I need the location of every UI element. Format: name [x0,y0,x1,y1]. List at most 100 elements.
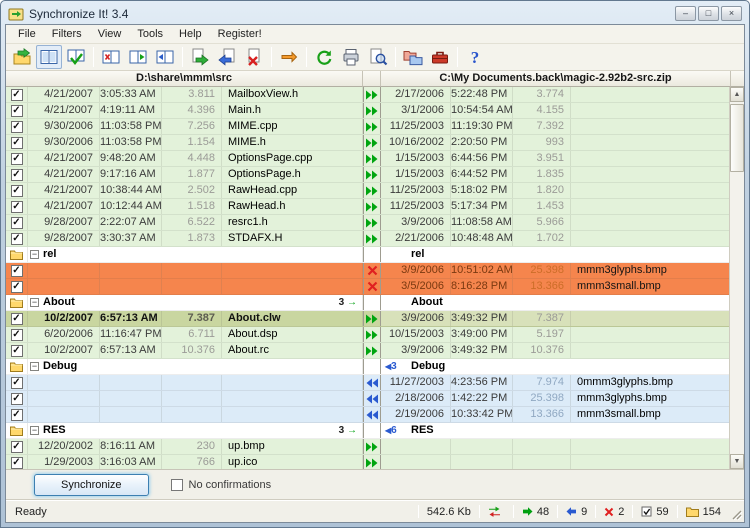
delete-file-icon[interactable] [241,45,267,69]
collapse-toggle-icon[interactable]: − [30,426,39,435]
options-icon[interactable] [427,45,453,69]
filter-identical-icon[interactable] [98,45,124,69]
menu-item-view[interactable]: View [90,26,130,42]
file-row[interactable]: ✓3/9/200610:51:02 AM25.398mmm3glyphs.bmp [6,263,729,279]
file-row[interactable]: ✓9/28/20073:30:37 AM1.873STDAFX.H2/21/20… [6,231,729,247]
file-row[interactable]: ✓4/21/20073:05:33 AM3.811MailboxView.h2/… [6,87,729,103]
copy-right-icon[interactable] [187,45,213,69]
file-row[interactable]: ✓10/2/20076:57:13 AM10.376About.rc3/9/20… [6,343,729,359]
row-checkbox[interactable]: ✓ [11,441,23,453]
file-row[interactable]: ✓4/21/200710:12:44 AM1.518RawHead.h11/25… [6,199,729,215]
scroll-thumb[interactable] [730,104,744,172]
right-time: 10:48:48 AM [451,231,513,246]
row-checkbox[interactable]: ✓ [11,217,23,229]
collapse-toggle-icon[interactable]: − [30,250,39,259]
menu-item-filters[interactable]: Filters [44,26,90,42]
folder-row[interactable]: −RES3 →◀6RES [6,423,729,439]
scroll-up-icon[interactable]: ▲ [730,87,744,102]
menu-item-file[interactable]: File [10,26,44,42]
row-checkbox[interactable]: ✓ [11,201,23,213]
checkbox-box[interactable] [171,479,183,491]
right-panel-header[interactable]: C:\My Documents.back\magic-2.92b2-src.zi… [381,71,731,87]
minimize-button[interactable]: – [675,6,696,21]
row-checkbox[interactable]: ✓ [11,265,23,277]
file-row[interactable]: ✓4/21/20074:19:11 AM4.396Main.h3/1/20061… [6,103,729,119]
file-row[interactable]: ✓1/29/20033:16:03 AM766up.ico [6,455,729,469]
row-checkbox[interactable]: ✓ [11,377,23,389]
file-row[interactable]: ✓11/27/20034:23:56 PM7.9740mmm3glyphs.bm… [6,375,729,391]
file-row[interactable]: ✓9/30/200611:03:58 PM1.154MIME.h10/16/20… [6,135,729,151]
scroll-down-icon[interactable]: ▼ [730,454,744,469]
row-checkbox[interactable]: ✓ [11,329,23,341]
file-row[interactable]: ✓2/18/20061:42:22 PM25.398mmm3glyphs.bmp [6,391,729,407]
collapse-toggle-icon[interactable]: − [30,362,39,371]
left-filename: OptionsPage.h [222,167,363,182]
resize-grip[interactable] [729,507,742,520]
row-checkbox[interactable]: ✓ [11,313,23,325]
print-icon[interactable] [338,45,364,69]
refresh-icon[interactable] [311,45,337,69]
maximize-button[interactable]: □ [698,6,719,21]
status-delete-count-icon [604,507,614,517]
preview-icon[interactable] [365,45,391,69]
row-checkbox[interactable]: ✓ [11,281,23,293]
folder-icon [6,295,28,310]
compare-folders-icon[interactable] [400,45,426,69]
file-row[interactable]: ✓4/21/20079:48:20 AM4.448OptionsPage.cpp… [6,151,729,167]
row-checkbox[interactable]: ✓ [11,153,23,165]
folder-row[interactable]: −relrel [6,247,729,263]
row-checkbox[interactable]: ✓ [11,233,23,245]
row-checkbox[interactable]: ✓ [11,121,23,133]
row-checkbox[interactable]: ✓ [11,89,23,101]
copy-left-icon[interactable] [214,45,240,69]
row-checkbox[interactable]: ✓ [11,409,23,421]
right-time: 10:33:42 PM [451,407,513,422]
menu-item-help[interactable]: Help [171,26,210,42]
title-bar[interactable]: Synchronize It! 3.4 –□× [5,3,745,24]
show-selected-files-icon[interactable] [63,45,89,69]
file-row[interactable]: ✓4/21/20079:17:16 AM1.877OptionsPage.h1/… [6,167,729,183]
right-filename [571,119,729,134]
file-row[interactable]: ✓4/21/200710:38:44 AM2.502RawHead.cpp11/… [6,183,729,199]
left-panel-header[interactable]: D:\share\mmm\src [6,71,363,87]
row-checkbox[interactable]: ✓ [11,137,23,149]
close-button[interactable]: × [721,6,742,21]
right-size [513,455,571,469]
right-size: 1.702 [513,231,571,246]
status-checked-count: 59 [634,506,675,518]
file-row[interactable]: ✓12/20/20028:16:11 AM230up.bmp [6,439,729,455]
synchronize-button[interactable]: Synchronize [34,474,149,496]
right-filename: 0mmm3glyphs.bmp [571,375,729,390]
left-filename: up.bmp [222,439,363,454]
row-checkbox[interactable]: ✓ [11,185,23,197]
left-size: 6.522 [162,215,222,230]
row-checkbox[interactable]: ✓ [11,345,23,357]
file-row[interactable]: ✓3/5/20068:16:28 PM13.366mmm3small.bmp [6,279,729,295]
folder-row[interactable]: −About3 →About [6,295,729,311]
help-icon[interactable]: ? [462,45,488,69]
swap-panels-icon[interactable] [276,45,302,69]
vertical-scrollbar[interactable]: ▲ ▼ [729,87,744,469]
row-checkbox[interactable]: ✓ [11,105,23,117]
file-row[interactable]: ✓2/19/200610:33:42 PM13.366mmm3small.bmp [6,407,729,423]
load-session-icon[interactable] [9,45,35,69]
folder-icon [6,359,28,374]
left-date: 1/29/2003 [28,455,100,469]
show-all-files-icon[interactable] [36,45,62,69]
toolbar-separator [457,47,458,67]
row-checkbox[interactable]: ✓ [11,457,23,469]
right-size: 1.835 [513,167,571,182]
row-checkbox[interactable]: ✓ [11,169,23,181]
collapse-toggle-icon[interactable]: − [30,298,39,307]
filter-newer-left-icon[interactable] [125,45,151,69]
file-row[interactable]: ✓9/30/200611:03:58 PM7.256MIME.cpp11/25/… [6,119,729,135]
file-row[interactable]: ✓10/2/20076:57:13 AM7.387About.clw3/9/20… [6,311,729,327]
file-row[interactable]: ✓6/20/200611:16:47 PM6.711About.dsp10/15… [6,327,729,343]
menu-item-tools[interactable]: Tools [129,26,171,42]
no-confirmations-checkbox[interactable]: No confirmations [171,479,272,491]
filter-newer-right-icon[interactable] [152,45,178,69]
row-checkbox[interactable]: ✓ [11,393,23,405]
file-row[interactable]: ✓9/28/20072:22:07 AM6.522resrc1.h3/9/200… [6,215,729,231]
menu-item-register[interactable]: Register! [210,26,270,42]
folder-row[interactable]: −Debug◀3Debug [6,359,729,375]
